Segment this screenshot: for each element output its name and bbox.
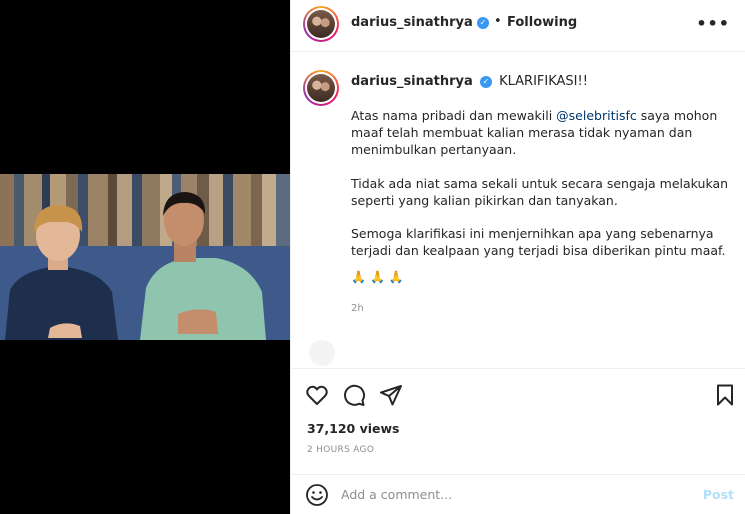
caption-heading: darius_sinathrya ✓ KLARIFIKASI!! <box>351 74 588 89</box>
separator-dot: • <box>494 14 502 29</box>
comment-input[interactable]: Add a comment... <box>341 487 452 502</box>
speech-bubble-icon[interactable] <box>342 383 366 407</box>
person-right <box>140 192 266 340</box>
faded-avatar <box>309 340 335 366</box>
following-button[interactable]: Following <box>507 15 577 30</box>
video-frame[interactable] <box>0 174 290 340</box>
smiley-icon[interactable] <box>305 483 329 507</box>
bookmark-icon[interactable] <box>713 383 737 407</box>
avatar[interactable] <box>303 6 339 42</box>
caption-time: 2h <box>351 303 364 314</box>
caption-paragraph-1: Atas nama pribadi dan mewakili @selebrit… <box>351 108 718 157</box>
caption-paragraph-2: Tidak ada niat sama sekali untuk secara … <box>351 176 729 208</box>
header-username[interactable]: darius_sinathrya <box>351 15 473 30</box>
post-header: darius_sinathrya ✓ • Following ••• <box>291 0 745 52</box>
post-timestamp: 2 HOURS AGO <box>307 445 375 455</box>
praying-hands-emojis: 🙏🙏🙏 <box>351 270 408 284</box>
comment-bar: Add a comment... Post <box>291 474 745 514</box>
caption-avatar[interactable] <box>303 70 339 106</box>
post-comment-button[interactable]: Post <box>703 487 734 502</box>
view-count[interactable]: 37,120 views <box>307 421 400 436</box>
verified-badge-icon: ✓ <box>477 17 489 29</box>
caption-paragraph-3: Semoga klarifikasi ini menjernihkan apa … <box>351 226 726 258</box>
heart-icon[interactable] <box>305 383 329 407</box>
post-media[interactable] <box>0 0 290 514</box>
more-options-icon[interactable]: ••• <box>696 14 730 33</box>
action-bar: 37,120 views 2 HOURS AGO <box>291 368 745 478</box>
mention-link[interactable]: @selebritisfc <box>556 108 637 123</box>
verified-badge-icon: ✓ <box>479 76 492 88</box>
caption-area: darius_sinathrya ✓ KLARIFIKASI!! Atas na… <box>291 52 745 368</box>
post-side-panel: darius_sinathrya ✓ • Following ••• dariu… <box>290 0 745 514</box>
person-left <box>5 205 118 340</box>
caption-username[interactable]: darius_sinathrya <box>351 74 473 89</box>
caption-title: KLARIFIKASI!! <box>499 74 588 89</box>
paper-plane-icon[interactable] <box>379 383 403 407</box>
